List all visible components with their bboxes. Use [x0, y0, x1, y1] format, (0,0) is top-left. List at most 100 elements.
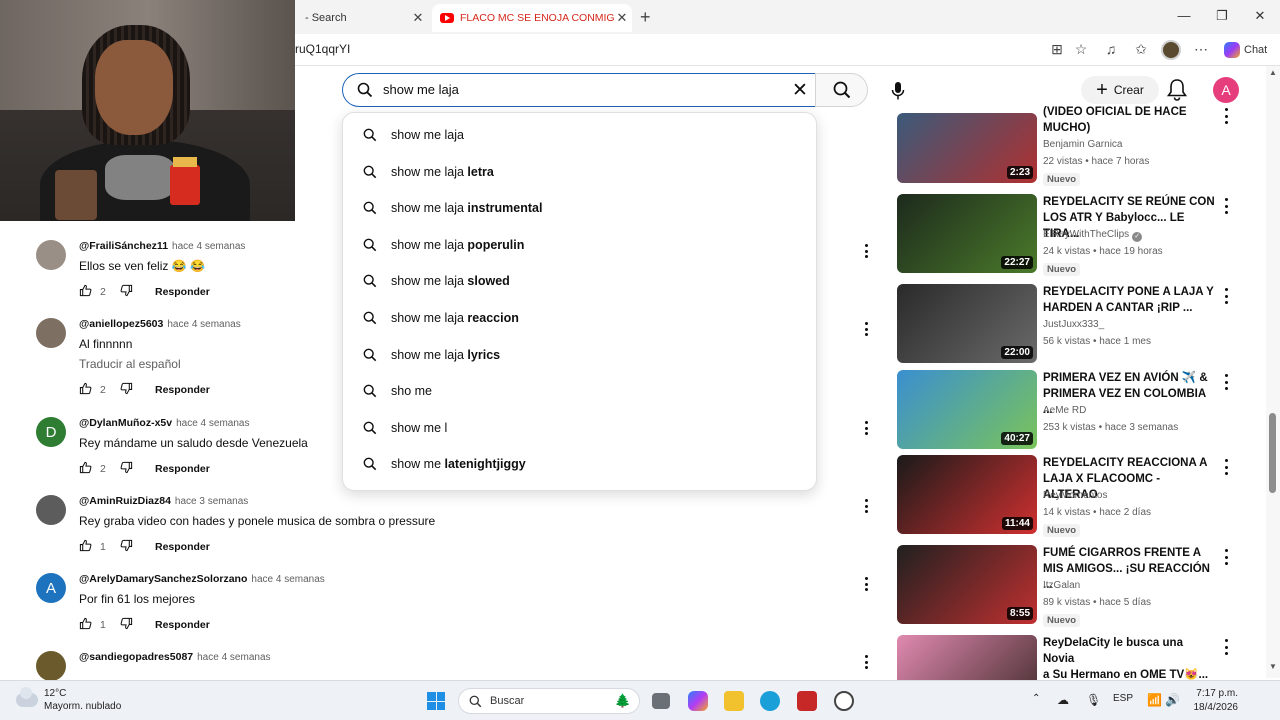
- video-thumbnail[interactable]: 8:55: [897, 545, 1037, 624]
- comment-author[interactable]: @ArelyDamarySanchezSolorzano: [79, 573, 247, 585]
- video-title[interactable]: ReyDelaCity le busca una Novia a Su Herm…: [1043, 635, 1215, 683]
- create-button[interactable]: + Crear: [1081, 76, 1159, 104]
- video-channel[interactable]: JustJuxx333_: [1043, 319, 1104, 330]
- voice-search-button[interactable]: [880, 73, 916, 109]
- suggestion-item[interactable]: show me laja lyrics: [343, 337, 816, 373]
- favorites-icon[interactable]: ✩: [1131, 41, 1151, 58]
- dislike-icon[interactable]: [120, 284, 133, 300]
- video-channel[interactable]: AeMe RD: [1043, 405, 1086, 416]
- show-hidden-icons[interactable]: ⌃: [1032, 693, 1040, 704]
- url-field[interactable]: ruQ1qqrYI: [295, 42, 350, 56]
- copilot-chat-button[interactable]: Chat: [1224, 42, 1267, 58]
- onedrive-icon[interactable]: ☁: [1057, 693, 1069, 707]
- video-more-icon[interactable]: [1221, 639, 1231, 655]
- avatar[interactable]: [36, 240, 66, 270]
- antivirus-icon[interactable]: [797, 691, 817, 711]
- suggestion-item[interactable]: show me laja slowed: [343, 263, 816, 299]
- profile-avatar[interactable]: [1161, 40, 1181, 60]
- tab-search[interactable]: - Search ✕: [295, 6, 430, 30]
- more-icon[interactable]: ⋯: [1191, 41, 1211, 58]
- media-icon[interactable]: ♫: [1101, 41, 1121, 57]
- video-more-icon[interactable]: [1221, 459, 1231, 475]
- video-more-icon[interactable]: [1221, 374, 1231, 390]
- video-thumbnail[interactable]: 2:23: [897, 113, 1037, 183]
- like-icon[interactable]: [79, 539, 92, 555]
- suggestion-item[interactable]: show me laja instrumental: [343, 190, 816, 226]
- close-icon[interactable]: ✕: [410, 10, 426, 26]
- like-icon[interactable]: [79, 461, 92, 477]
- reply-button[interactable]: Responder: [155, 286, 210, 298]
- video-thumbnail[interactable]: 40:27: [897, 370, 1037, 449]
- video-thumbnail[interactable]: 22:27: [897, 194, 1037, 273]
- scrollbar-thumb[interactable]: [1269, 413, 1276, 493]
- video-thumbnail[interactable]: 22:00: [897, 284, 1037, 363]
- suggestion-item[interactable]: show me laja poperulin: [343, 227, 816, 263]
- minimize-button[interactable]: —: [1174, 8, 1194, 23]
- suggestion-item[interactable]: sho me: [343, 373, 816, 409]
- avatar[interactable]: [36, 495, 66, 525]
- video-more-icon[interactable]: [1221, 288, 1231, 304]
- video-title[interactable]: REYDELACITY PONE A LAJA Y HARDEN A CANTA…: [1043, 284, 1215, 316]
- suggestion-item[interactable]: show me laja reaccion: [343, 300, 816, 336]
- video-channel[interactable]: Benjamin Garnica: [1043, 139, 1122, 150]
- comment-time[interactable]: hace 4 semanas: [172, 241, 245, 252]
- comment-more-icon[interactable]: [859, 653, 873, 671]
- avatar[interactable]: [36, 651, 66, 681]
- comment-author[interactable]: @aniellopez5603: [79, 318, 163, 330]
- translate-link[interactable]: Traducir al español: [79, 357, 181, 371]
- new-tab-button[interactable]: +: [640, 7, 651, 28]
- notifications-bell-icon[interactable]: [1166, 78, 1188, 102]
- video-more-icon[interactable]: [1221, 108, 1231, 124]
- comment-time[interactable]: hace 3 semanas: [175, 496, 248, 507]
- comment-time[interactable]: hace 4 semanas: [197, 652, 270, 663]
- dislike-icon[interactable]: [120, 539, 133, 555]
- avatar[interactable]: A: [36, 573, 66, 603]
- weather-widget[interactable]: 12°C Mayorm. nublado: [16, 687, 121, 713]
- system-clock[interactable]: 7:17 p.m. 18/4/2026: [1188, 687, 1239, 715]
- video-title[interactable]: (VIDEO OFICIAL DE HACE MUCHO): [1043, 104, 1215, 136]
- microphone-tray-icon[interactable]: 🎙: [1086, 693, 1101, 707]
- scroll-down-icon[interactable]: ▼: [1269, 662, 1277, 671]
- comment-more-icon[interactable]: [859, 575, 873, 593]
- comment-author[interactable]: @sandiegopadres5087: [79, 651, 193, 663]
- comment-time[interactable]: hace 4 semanas: [176, 418, 249, 429]
- avatar[interactable]: D: [36, 417, 66, 447]
- search-input[interactable]: show me laja ✕: [342, 73, 816, 107]
- reply-button[interactable]: Responder: [155, 541, 210, 553]
- video-more-icon[interactable]: [1221, 549, 1231, 565]
- dislike-icon[interactable]: [120, 461, 133, 477]
- comment-more-icon[interactable]: [859, 497, 873, 515]
- reply-button[interactable]: Responder: [155, 619, 210, 631]
- suggestion-item[interactable]: show me laja: [343, 117, 816, 153]
- comment-time[interactable]: hace 4 semanas: [167, 319, 240, 330]
- close-icon[interactable]: ✕: [614, 10, 630, 26]
- like-icon[interactable]: [79, 617, 92, 633]
- scroll-up-icon[interactable]: ▲: [1269, 68, 1277, 77]
- wifi-icon[interactable]: 📶: [1147, 693, 1162, 707]
- close-window-button[interactable]: ✕: [1250, 8, 1270, 24]
- clear-search-icon[interactable]: ✕: [792, 79, 808, 102]
- video-channel[interactable]: ItzGalan: [1043, 580, 1080, 591]
- like-icon[interactable]: [79, 382, 92, 398]
- comment-more-icon[interactable]: [859, 419, 873, 437]
- suggestion-item[interactable]: show me l: [343, 410, 816, 446]
- copilot-taskbar-icon[interactable]: [688, 691, 708, 711]
- reply-button[interactable]: Responder: [155, 384, 210, 396]
- favorite-star-icon[interactable]: ☆: [1071, 41, 1091, 58]
- page-scrollbar[interactable]: ▲ ▼: [1266, 66, 1280, 678]
- language-indicator[interactable]: ESP: [1113, 693, 1133, 704]
- avatar[interactable]: [36, 318, 66, 348]
- windows-start-icon[interactable]: [427, 692, 445, 710]
- like-icon[interactable]: [79, 284, 92, 300]
- comment-more-icon[interactable]: [859, 242, 873, 260]
- account-avatar[interactable]: A: [1213, 77, 1239, 103]
- dislike-icon[interactable]: [120, 617, 133, 633]
- volume-icon[interactable]: 🔊: [1165, 693, 1180, 707]
- video-channel[interactable]: ReyMomentos: [1043, 490, 1107, 501]
- edge-browser-icon[interactable]: [760, 691, 780, 711]
- search-button[interactable]: [815, 73, 868, 107]
- dislike-icon[interactable]: [120, 382, 133, 398]
- comment-time[interactable]: hace 4 semanas: [251, 574, 324, 585]
- video-more-icon[interactable]: [1221, 198, 1231, 214]
- tab-youtube-video[interactable]: FLACO MC SE ENOJA CONMIGO P ✕: [432, 4, 632, 32]
